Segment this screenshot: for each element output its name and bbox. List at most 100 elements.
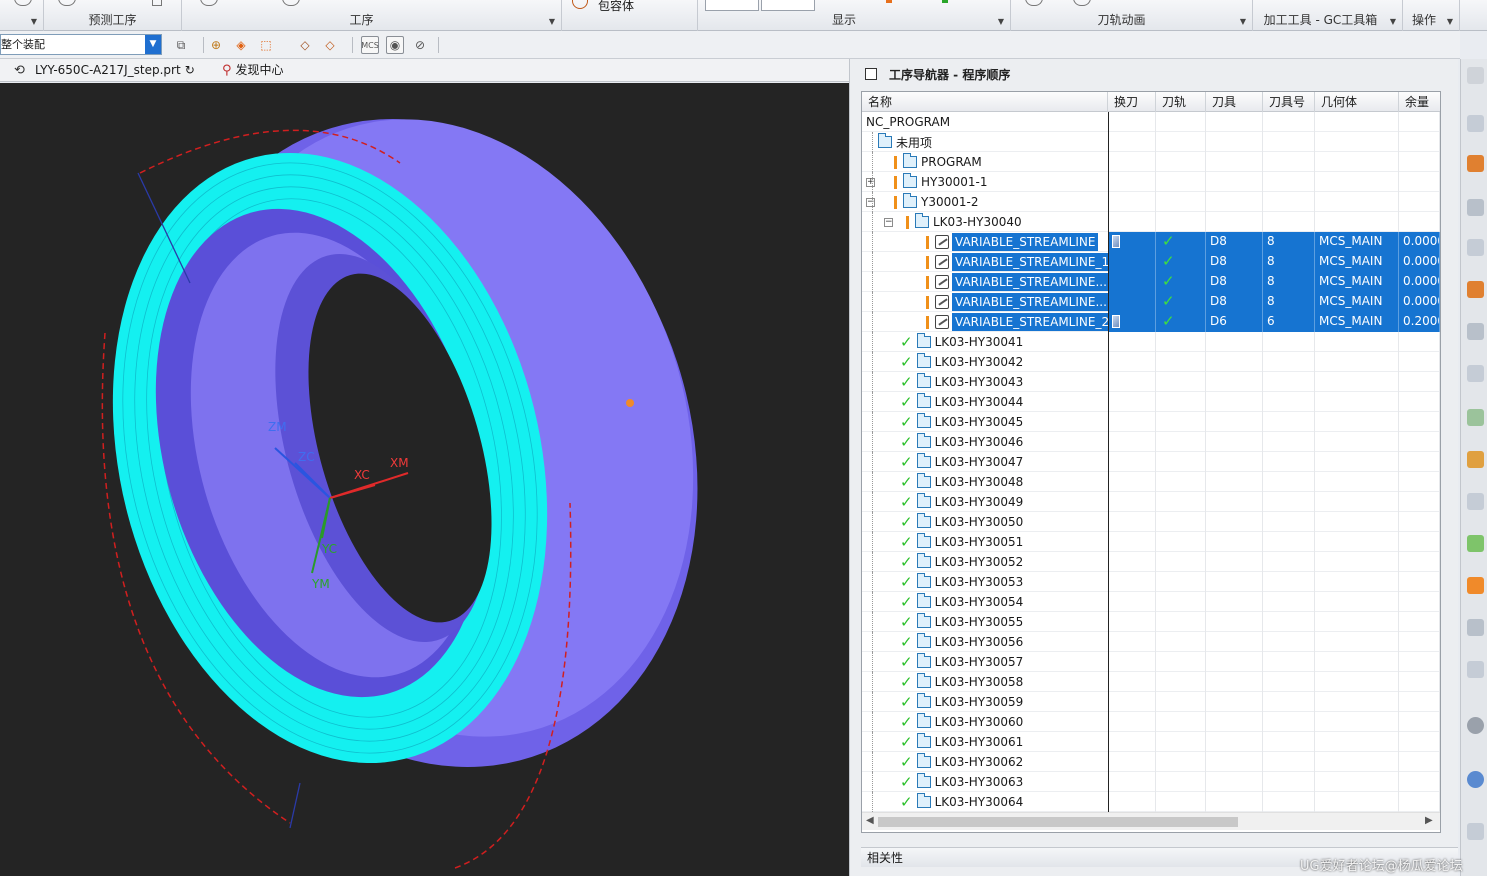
pin-checkbox-icon[interactable]: [865, 68, 877, 80]
horizontal-scrollbar[interactable]: ◀ ▶: [862, 812, 1440, 830]
selection-scope-dropdown[interactable]: 整个装配 ▼: [0, 34, 162, 55]
name-cell[interactable]: ✓ LK03-HY30048: [900, 472, 1023, 492]
snap-point-icon[interactable]: ⊕: [207, 36, 225, 54]
operation-navigator-icon[interactable]: [1467, 281, 1484, 298]
name-cell[interactable]: ✓ LK03-HY30056: [900, 632, 1023, 652]
name-cell[interactable]: ✓ LK03-HY30053: [900, 572, 1023, 592]
name-cell[interactable]: ✓ LK03-HY30049: [900, 492, 1023, 512]
ruler-icon[interactable]: [1467, 451, 1484, 468]
name-cell[interactable]: ✓ LK03-HY30061: [900, 732, 1023, 752]
ribbon-group-operation[interactable]: 工序 ▼: [182, 0, 562, 31]
chevron-down-icon[interactable]: ▼: [549, 17, 555, 26]
table-row[interactable]: ✓ LK03-HY30042: [862, 352, 1440, 372]
table-row[interactable]: ✓ LK03-HY30049: [862, 492, 1440, 512]
name-cell[interactable]: ✓ LK03-HY30043: [900, 372, 1023, 392]
table-row[interactable]: ✓ LK03-HY30046: [862, 432, 1440, 452]
tab-part-file[interactable]: LYY-650C-A217J_step.prt ↻: [35, 59, 195, 82]
display-field[interactable]: [761, 0, 815, 11]
ribbon-group-gc-toolbox[interactable]: 加工工具 - GC工具箱 ▼: [1253, 0, 1403, 31]
table-row[interactable]: ✓ LK03-HY30044: [862, 392, 1440, 412]
table-row[interactable]: ✓ LK03-HY30047: [862, 452, 1440, 472]
assembly-navigator-icon[interactable]: [1467, 155, 1484, 172]
column-header-path[interactable]: 刀轨: [1156, 92, 1206, 112]
name-cell[interactable]: LK03-HY30040: [906, 212, 1022, 232]
reuse-library-icon[interactable]: [1467, 239, 1484, 256]
part-navigator-icon[interactable]: [1467, 115, 1484, 132]
ribbon-group-envelope[interactable]: 包容体: [562, 0, 698, 31]
model-scene[interactable]: ZM ZC XC XM YC YM: [0, 83, 849, 876]
constraint-navigator-icon[interactable]: [1467, 199, 1484, 216]
ribbon-group-actions[interactable]: 操作 ▼: [1403, 0, 1460, 31]
table-row[interactable]: ✓ LK03-HY30043: [862, 372, 1440, 392]
table-row[interactable]: ✓ LK03-HY30051: [862, 532, 1440, 552]
table-row[interactable]: ✓ LK03-HY30055: [862, 612, 1440, 632]
name-cell[interactable]: PROGRAM: [894, 152, 982, 172]
name-cell[interactable]: ✓ LK03-HY30057: [900, 652, 1023, 672]
ribbon-group-animation[interactable]: 刀轨动画 ▼: [1011, 0, 1253, 31]
ribbon-group-predict[interactable]: ▼: [0, 0, 44, 31]
name-cell[interactable]: ✓ LK03-HY30052: [900, 552, 1023, 572]
table-row[interactable]: ✓ LK03-HY30057: [862, 652, 1440, 672]
table-row[interactable]: ✓ LK03-HY30060: [862, 712, 1440, 732]
table-row[interactable]: ✓ LK03-HY30045: [862, 412, 1440, 432]
tab-discovery-center[interactable]: ⚲ 发现中心: [222, 59, 284, 82]
eye-hide-icon[interactable]: ⊘: [411, 36, 429, 54]
name-cell[interactable]: VARIABLE_STREAMLINE_1: [926, 252, 1113, 272]
table-row[interactable]: 未用项: [862, 132, 1440, 152]
refresh-icon[interactable]: ⟲: [14, 63, 25, 78]
chevron-down-icon[interactable]: ▼: [145, 35, 161, 54]
operation-row[interactable]: VARIABLE_STREAMLINE... ✓ D88MCS_MAIN0.0000: [862, 272, 1440, 292]
table-row[interactable]: ✓ LK03-HY30064: [862, 792, 1440, 812]
name-cell[interactable]: 未用项: [878, 132, 932, 152]
table-row[interactable]: + HY30001-1: [862, 172, 1440, 192]
assembly-icon[interactable]: ◇: [321, 36, 339, 54]
process-navigator-icon[interactable]: [1467, 365, 1484, 382]
name-cell[interactable]: ✓ LK03-HY30063: [900, 772, 1023, 792]
table-row[interactable]: PROGRAM: [862, 152, 1440, 172]
panel-splitter[interactable]: [849, 59, 861, 876]
web-browser-icon[interactable]: [1467, 771, 1484, 788]
name-cell[interactable]: ✓ LK03-HY30064: [900, 792, 1023, 812]
chevron-down-icon[interactable]: ▼: [1447, 17, 1453, 26]
palette-icon[interactable]: [1467, 535, 1484, 552]
name-cell[interactable]: ✓ LK03-HY30062: [900, 752, 1023, 772]
expand-icon[interactable]: +: [866, 178, 875, 187]
tool-library-icon[interactable]: [1467, 493, 1484, 510]
name-cell[interactable]: NC_PROGRAM: [866, 112, 950, 132]
name-cell[interactable]: ✓ LK03-HY30059: [900, 692, 1023, 712]
table-row[interactable]: ✓ LK03-HY30058: [862, 672, 1440, 692]
name-cell[interactable]: VARIABLE_STREAMLINE: [926, 232, 1099, 252]
table-row[interactable]: ✓ LK03-HY30041: [862, 332, 1440, 352]
table-row[interactable]: ✓ LK03-HY30050: [862, 512, 1440, 532]
column-header-tool[interactable]: 刀具: [1206, 92, 1263, 112]
table-row[interactable]: ✓ LK03-HY30059: [862, 692, 1440, 712]
name-cell[interactable]: ✓ LK03-HY30046: [900, 432, 1023, 452]
table-row[interactable]: ✓ LK03-HY30048: [862, 472, 1440, 492]
name-cell[interactable]: ✓ LK03-HY30060: [900, 712, 1023, 732]
name-cell[interactable]: ✓ LK03-HY30050: [900, 512, 1023, 532]
name-cell[interactable]: VARIABLE_STREAMLINE...: [926, 272, 1110, 292]
column-header-name[interactable]: 名称: [862, 92, 1108, 112]
scroll-right-icon[interactable]: ▶: [1425, 815, 1433, 826]
mcs-display-icon[interactable]: MCS: [361, 36, 379, 54]
role-icon[interactable]: [1467, 661, 1484, 678]
component-select-icon[interactable]: ⬚: [257, 36, 275, 54]
eye-icon[interactable]: ◉: [386, 36, 404, 54]
operation-row[interactable]: VARIABLE_STREAMLINE ✓ D88MCS_MAIN0.0000: [862, 232, 1440, 252]
chevron-down-icon[interactable]: ▼: [1390, 17, 1396, 26]
column-header-geometry[interactable]: 几何体: [1315, 92, 1399, 112]
name-cell[interactable]: ✓ LK03-HY30047: [900, 452, 1023, 472]
filter-icon[interactable]: ⧉: [172, 36, 190, 54]
info-icon[interactable]: [1467, 717, 1484, 734]
operation-row[interactable]: VARIABLE_STREAMLINE... ✓ D88MCS_MAIN0.0000: [862, 292, 1440, 312]
history-icon[interactable]: [1467, 823, 1484, 840]
name-cell[interactable]: ✓ LK03-HY30051: [900, 532, 1023, 552]
table-row[interactable]: ✓ LK03-HY30052: [862, 552, 1440, 572]
operation-row[interactable]: VARIABLE_STREAMLINE_2 ✓ D66MCS_MAIN0.2000: [862, 312, 1440, 332]
table-row[interactable]: ✓ LK03-HY30063: [862, 772, 1440, 792]
name-cell[interactable]: ✓ LK03-HY30042: [900, 352, 1023, 372]
template-icon[interactable]: [1467, 619, 1484, 636]
machine-navigator-icon[interactable]: [1467, 323, 1484, 340]
chevron-down-icon[interactable]: ▼: [31, 17, 37, 26]
column-header-stock[interactable]: 余量: [1399, 92, 1440, 112]
